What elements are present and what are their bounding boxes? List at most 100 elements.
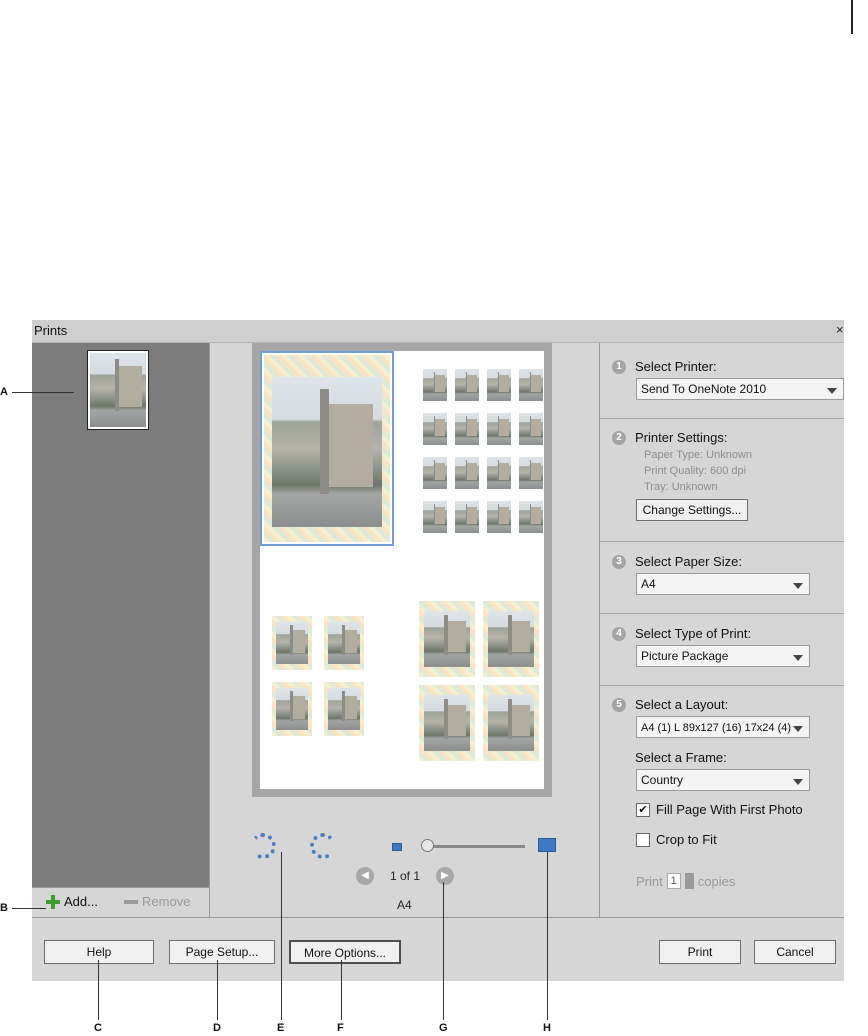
chevron-down-icon — [793, 655, 803, 661]
crop-to-fit-checkbox[interactable] — [636, 833, 650, 847]
remove-label: Remove — [142, 894, 191, 909]
small-photo — [423, 413, 447, 445]
step-1-icon: 1 — [612, 360, 626, 374]
cancel-button[interactable]: Cancel — [754, 940, 836, 964]
corner-divider — [851, 0, 853, 34]
divider — [600, 418, 844, 419]
callout-b: B — [0, 902, 8, 914]
step-5-icon: 5 — [612, 698, 626, 712]
tray-toolbar: Add... Remove — [32, 887, 210, 918]
page-setup-button[interactable]: Page Setup... — [169, 940, 275, 964]
remove-button[interactable]: Remove — [124, 894, 190, 909]
frame-select[interactable]: Country — [636, 769, 810, 791]
bottom-bar: Help Page Setup... More Options... Print… — [32, 917, 844, 981]
callout-d: D — [213, 1022, 221, 1034]
step-2-icon: 2 — [612, 431, 626, 445]
zoom-out-icon[interactable] — [392, 843, 402, 851]
selected-photo[interactable] — [260, 351, 394, 546]
callout-e-line — [281, 852, 282, 1020]
dialog-title: Prints — [34, 323, 68, 338]
page-size-label: A4 — [397, 898, 412, 912]
layout-select[interactable]: A4 (1) L 89x127 (16) 17x24 (4) — [636, 716, 810, 738]
divider — [600, 685, 844, 686]
select-printer-label: Select Printer: — [635, 359, 717, 374]
photo-tray — [32, 343, 210, 887]
medium-photo — [483, 601, 539, 677]
fill-page-checkbox[interactable]: ✔ — [636, 803, 650, 817]
printer-value: Send To OneNote 2010 — [641, 382, 767, 396]
print-button[interactable]: Print — [659, 940, 741, 964]
small-photo — [455, 369, 479, 401]
small-photo — [487, 457, 511, 489]
medium-photo — [324, 616, 364, 670]
copies-input[interactable]: 1 — [666, 873, 681, 889]
small-photo — [455, 457, 479, 489]
step-3-icon: 3 — [612, 555, 626, 569]
medium-photo — [419, 685, 475, 761]
print-copies-prefix: Print — [636, 873, 663, 889]
close-icon[interactable]: × — [836, 322, 844, 337]
plus-icon — [46, 894, 60, 909]
frame-country — [264, 355, 390, 542]
medium-photo — [272, 616, 312, 670]
chevron-down-icon — [793, 779, 803, 785]
tray-text: Tray: Unknown — [644, 481, 718, 493]
callout-f-line — [341, 960, 342, 1020]
print-type-value: Picture Package — [641, 649, 729, 663]
zoom-slider-thumb[interactable] — [421, 839, 434, 852]
callout-a-line — [12, 392, 74, 393]
small-photo — [455, 501, 479, 533]
minus-icon — [124, 899, 138, 904]
rotate-left-icon[interactable] — [250, 833, 276, 859]
callout-b-line — [12, 908, 46, 909]
print-quality-text: Print Quality: 600 dpi — [644, 465, 747, 477]
photo-thumbnail[interactable] — [87, 350, 149, 430]
small-photo — [519, 457, 543, 489]
rotate-right-icon[interactable] — [310, 833, 336, 859]
callout-g: G — [439, 1022, 448, 1034]
page-counter: 1 of 1 — [390, 869, 421, 883]
small-photo — [487, 413, 511, 445]
next-page-button[interactable]: ▶ — [436, 867, 454, 885]
add-label: Add... — [64, 894, 98, 909]
medium-photo — [483, 685, 539, 761]
add-button[interactable]: Add... — [46, 894, 98, 909]
small-photo — [487, 369, 511, 401]
zoom-slider[interactable] — [425, 845, 525, 848]
callout-e: E — [277, 1022, 285, 1034]
callout-d-line — [217, 960, 218, 1020]
preview-area: ◀ 1 of 1 ▶ A4 — [210, 343, 600, 917]
help-button[interactable]: Help — [44, 940, 154, 964]
chevron-down-icon — [827, 388, 837, 394]
title-bar: Prints × — [32, 320, 844, 343]
callout-a: A — [0, 386, 8, 398]
select-print-type-label: Select Type of Print: — [635, 626, 752, 641]
more-options-button[interactable]: More Options... — [289, 940, 401, 964]
small-photo — [423, 457, 447, 489]
paper-type-text: Paper Type: Unknown — [644, 449, 753, 461]
printer-select[interactable]: Send To OneNote 2010 — [636, 378, 844, 400]
frame-value: Country — [641, 773, 684, 787]
callout-h: H — [543, 1022, 551, 1034]
printer-settings-label: Printer Settings: — [635, 430, 728, 445]
callout-c-line — [98, 960, 99, 1020]
print-type-select[interactable]: Picture Package — [636, 645, 810, 667]
crop-to-fit-label: Crop to Fit — [656, 832, 717, 847]
small-photo — [519, 369, 543, 401]
callout-h-line — [547, 852, 548, 1020]
divider — [600, 541, 844, 542]
select-layout-label: Select a Layout: — [635, 697, 729, 712]
chevron-down-icon — [793, 726, 803, 732]
prints-dialog: Prints × Add... Remove ◀ 1 of 1 ▶ A4 1 S… — [32, 320, 844, 981]
paper-size-select[interactable]: A4 — [636, 573, 810, 595]
zoom-in-icon[interactable] — [538, 838, 556, 852]
medium-photo — [324, 682, 364, 736]
print-copies-suffix: copies — [697, 873, 736, 889]
medium-photo — [272, 682, 312, 736]
small-photo — [455, 413, 479, 445]
change-settings-button[interactable]: Change Settings... — [636, 499, 748, 521]
previous-page-button[interactable]: ◀ — [356, 867, 374, 885]
copies-stepper[interactable] — [684, 873, 694, 889]
paper-size-value: A4 — [641, 577, 656, 591]
fill-page-label: Fill Page With First Photo — [656, 802, 803, 817]
